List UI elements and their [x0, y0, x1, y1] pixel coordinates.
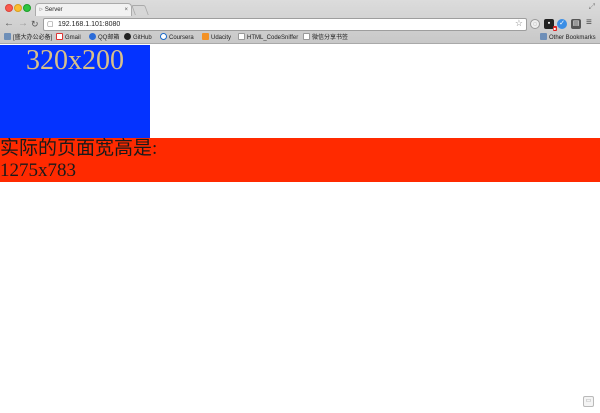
bookmark-label: [盛大办公必备]: [13, 35, 53, 41]
fixed-size-box: 320x200: [0, 45, 150, 138]
forward-icon[interactable]: →: [18, 17, 28, 31]
extension-circle-icon[interactable]: ◌: [530, 19, 540, 29]
toolbar: ← → ↻ ▢ 192.168.1.101:8080 ☆ ◌ ▪ ■ ✓ ▤ ≡: [0, 16, 600, 32]
minimize-window-button[interactable]: [14, 4, 22, 12]
page-viewport: 320x200 实际的页面宽高是: 1275x783 ▭: [0, 45, 600, 413]
folder-icon: [540, 33, 547, 40]
bookmark-label: Coursera: [169, 35, 194, 41]
bookmark-item[interactable]: QQ邮箱: [89, 33, 119, 43]
tab-server[interactable]: ᐅ Server ×: [35, 3, 132, 16]
bookmarks-bar: [盛大办公必备] Gmail QQ邮箱 GitHub Coursera Udac…: [0, 32, 600, 44]
back-icon[interactable]: ←: [4, 17, 14, 31]
bookmark-label: Udacity: [211, 35, 232, 41]
reload-icon[interactable]: ↻: [31, 17, 39, 31]
qq-icon: [89, 33, 96, 40]
bookmark-item[interactable]: 微信分享书签: [303, 33, 348, 43]
bookmark-label: QQ邮箱: [98, 35, 120, 41]
bookmark-item[interactable]: GitHub: [124, 33, 152, 43]
bookmark-label: 微信分享书签: [312, 35, 349, 41]
bookmark-item[interactable]: Coursera: [160, 33, 194, 43]
address-bar[interactable]: ▢ 192.168.1.101:8080 ☆: [43, 18, 527, 31]
udacity-icon: [202, 33, 209, 40]
extension-grey-icon[interactable]: ▤: [571, 19, 581, 29]
bookmark-item[interactable]: [盛大办公必备]: [4, 33, 52, 43]
bookmark-label: GitHub: [133, 35, 152, 41]
tab-title: Server: [44, 7, 63, 13]
tab-favicon-icon: ᐅ: [39, 7, 43, 13]
gmail-icon: [56, 33, 63, 40]
box-size-label: 320x200: [26, 45, 124, 76]
zoom-window-button[interactable]: [23, 4, 31, 12]
downloads-corner-icon[interactable]: ▭: [583, 396, 594, 407]
bookmark-label: HTML_CodeSniffer: [247, 35, 299, 41]
url-text: 192.168.1.101:8080: [58, 21, 121, 28]
folder-icon: [4, 33, 11, 40]
page-icon: [238, 33, 245, 40]
browser-chrome: ᐅ Server × ⤢ ← → ↻ ▢ 192.168.1.101:8080 ☆…: [0, 0, 600, 44]
bookmark-item[interactable]: Gmail: [56, 33, 81, 43]
bookmark-label: Gmail: [65, 35, 81, 41]
page-info-icon[interactable]: ▢: [47, 19, 54, 30]
other-bookmarks-label: Other Bookmarks: [549, 35, 596, 41]
menu-icon[interactable]: ≡: [586, 17, 592, 28]
fullscreen-icon[interactable]: ⤢: [589, 2, 595, 12]
extension-blue-icon[interactable]: ✓: [557, 19, 567, 29]
bookmark-star-icon[interactable]: ☆: [515, 18, 523, 29]
page-icon: [303, 33, 310, 40]
page-size-heading: 实际的页面宽高是:: [0, 138, 158, 159]
new-tab-button[interactable]: [131, 5, 149, 15]
bookmark-item[interactable]: HTML_CodeSniffer: [238, 33, 298, 43]
page-size-bar: 实际的页面宽高是: 1275x783: [0, 138, 600, 182]
tab-close-icon[interactable]: ×: [124, 4, 128, 16]
extension-dark-icon[interactable]: ▪ ■: [544, 19, 557, 31]
bookmark-item[interactable]: Udacity: [202, 33, 231, 43]
page-size-value: 1275x783: [0, 160, 76, 181]
github-icon: [124, 33, 131, 40]
coursera-icon: [160, 33, 167, 40]
close-window-button[interactable]: [5, 4, 13, 12]
title-bar: ᐅ Server × ⤢: [0, 0, 600, 16]
other-bookmarks[interactable]: Other Bookmarks: [540, 33, 596, 43]
